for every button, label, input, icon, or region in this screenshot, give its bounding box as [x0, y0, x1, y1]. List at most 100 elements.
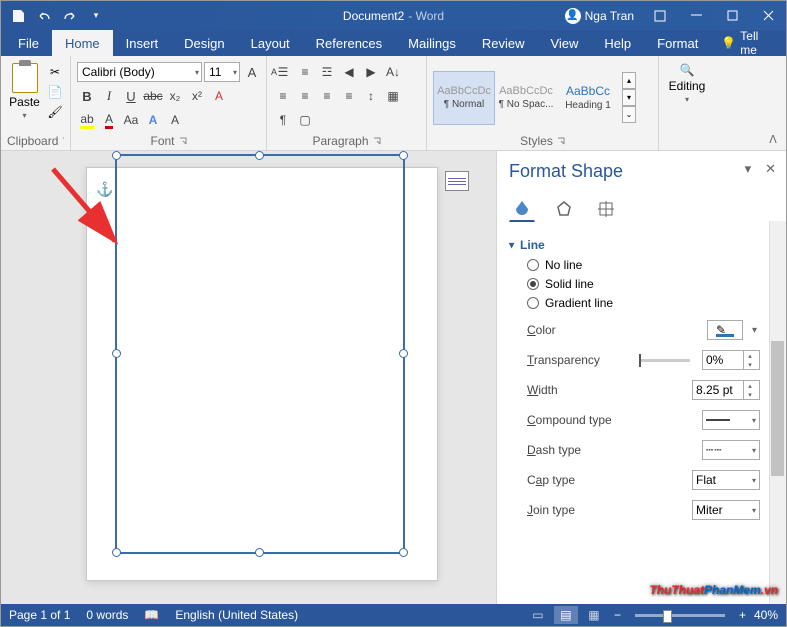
read-mode-icon[interactable]: ▭ — [526, 606, 550, 624]
superscript-button[interactable]: x² — [187, 86, 207, 106]
tab-view[interactable]: View — [537, 30, 591, 56]
align-center-button[interactable]: ≡ — [295, 86, 315, 106]
word-count[interactable]: 0 words — [86, 608, 128, 622]
dialog-launcher-icon[interactable] — [373, 137, 381, 145]
line-spacing-button[interactable]: ↕ — [361, 86, 381, 106]
document-area[interactable]: ⚓ — [1, 151, 496, 604]
undo-icon[interactable] — [33, 5, 55, 27]
highlight-button[interactable]: ab — [77, 110, 97, 130]
line-section-header[interactable]: Line — [509, 238, 760, 252]
tell-me-search[interactable]: 💡Tell me — [711, 30, 768, 56]
bullets-button[interactable]: ☰ — [273, 62, 293, 82]
solid-line-radio[interactable]: Solid line — [527, 277, 760, 291]
resize-handle[interactable] — [112, 151, 121, 160]
multilevel-button[interactable]: ☲ — [317, 62, 337, 82]
zoom-in-icon[interactable]: + — [735, 608, 750, 622]
shading-button[interactable]: ▦ — [383, 86, 403, 106]
underline-button[interactable]: U — [121, 86, 141, 106]
dialog-launcher-icon[interactable] — [179, 137, 187, 145]
cap-type-combo[interactable]: Flat▾ — [692, 470, 760, 490]
strikethrough-button[interactable]: abc — [143, 86, 163, 106]
decrease-indent-icon[interactable]: ◀ — [339, 62, 359, 82]
pane-scrollbar[interactable] — [769, 221, 786, 604]
style-gallery-nav[interactable]: ▴▾⌄ — [622, 72, 636, 123]
print-layout-icon[interactable]: ▤ — [554, 606, 578, 624]
dash-type-combo[interactable]: ┄┄▾ — [702, 440, 760, 460]
share-button[interactable]: 👤Share — [776, 30, 787, 56]
tab-design[interactable]: Design — [171, 30, 237, 56]
page-indicator[interactable]: Page 1 of 1 — [9, 608, 70, 622]
transparency-input[interactable]: 0%▴▾ — [702, 350, 760, 370]
tab-review[interactable]: Review — [469, 30, 538, 56]
copy-button[interactable]: 📄 — [46, 83, 64, 101]
ribbon-display-icon[interactable] — [642, 1, 678, 30]
fill-line-tab-icon[interactable] — [509, 196, 535, 222]
effects-tab-icon[interactable] — [551, 196, 577, 222]
tab-home[interactable]: Home — [52, 30, 113, 56]
selected-shape[interactable] — [115, 154, 405, 554]
collapse-ribbon-icon[interactable]: ᐱ — [764, 132, 782, 146]
redo-icon[interactable] — [59, 5, 81, 27]
borders-button[interactable]: ▢ — [295, 110, 315, 130]
language-indicator[interactable]: English (United States) — [175, 608, 298, 622]
char-shading-button[interactable]: A — [165, 110, 185, 130]
style-heading1[interactable]: AaBbCcHeading 1 — [557, 71, 619, 125]
minimize-button[interactable] — [678, 1, 714, 30]
grow-font-icon[interactable]: A — [242, 62, 262, 82]
tab-format[interactable]: Format — [644, 30, 711, 56]
resize-handle[interactable] — [112, 548, 121, 557]
maximize-button[interactable] — [714, 1, 750, 30]
sort-button[interactable]: A↓ — [383, 62, 403, 82]
zoom-level[interactable]: 40% — [754, 608, 778, 622]
font-size-combo[interactable]: 11▾ — [204, 62, 240, 82]
tab-file[interactable]: File — [5, 30, 52, 56]
editing-button[interactable]: 🔍 Editing ▾ — [663, 59, 712, 108]
layout-options-icon[interactable] — [445, 171, 469, 191]
qat-customize[interactable]: ▾ — [85, 5, 107, 27]
align-left-button[interactable]: ≡ — [273, 86, 293, 106]
join-type-combo[interactable]: Miter▾ — [692, 500, 760, 520]
resize-handle[interactable] — [255, 151, 264, 160]
width-input[interactable]: 8.25 pt▴▾ — [692, 380, 760, 400]
resize-handle[interactable] — [399, 548, 408, 557]
tab-insert[interactable]: Insert — [113, 30, 172, 56]
numbering-button[interactable]: ≡ — [295, 62, 315, 82]
spell-check-icon[interactable]: 📖 — [144, 608, 159, 622]
transparency-slider[interactable] — [639, 359, 690, 362]
web-layout-icon[interactable]: ▦ — [582, 606, 606, 624]
tab-layout[interactable]: Layout — [238, 30, 303, 56]
change-case-button[interactable]: Aa — [121, 110, 141, 130]
tab-mailings[interactable]: Mailings — [395, 30, 469, 56]
pane-close-icon[interactable]: ✕ — [765, 161, 776, 177]
gradient-line-radio[interactable]: Gradient line — [527, 296, 760, 310]
clear-format-icon[interactable]: A — [209, 86, 229, 106]
font-name-combo[interactable]: Calibri (Body)▾ — [77, 62, 202, 82]
text-effects-button[interactable]: A — [143, 110, 163, 130]
close-button[interactable] — [750, 1, 786, 30]
show-marks-button[interactable]: ¶ — [273, 110, 293, 130]
cut-button[interactable]: ✂ — [46, 63, 64, 81]
compound-type-combo[interactable]: ▾ — [702, 410, 760, 430]
resize-handle[interactable] — [255, 548, 264, 557]
italic-button[interactable]: I — [99, 86, 119, 106]
align-right-button[interactable]: ≡ — [317, 86, 337, 106]
resize-handle[interactable] — [399, 151, 408, 160]
tab-help[interactable]: Help — [591, 30, 644, 56]
format-painter-button[interactable]: 🖌 — [46, 103, 64, 121]
style-nospacing[interactable]: AaBbCcDc¶ No Spac... — [495, 71, 557, 125]
font-color-button[interactable]: A — [99, 110, 119, 130]
zoom-out-icon[interactable]: − — [610, 608, 625, 622]
line-color-picker[interactable]: ✎ — [707, 320, 743, 340]
justify-button[interactable]: ≡ — [339, 86, 359, 106]
user-account[interactable]: 👤 Nga Tran — [557, 8, 642, 24]
dialog-launcher-icon[interactable] — [557, 137, 565, 145]
pane-options-icon[interactable]: ▾ — [745, 161, 752, 177]
increase-indent-icon[interactable]: ▶ — [361, 62, 381, 82]
no-line-radio[interactable]: No line — [527, 258, 760, 272]
resize-handle[interactable] — [112, 349, 121, 358]
layout-tab-icon[interactable] — [593, 196, 619, 222]
subscript-button[interactable]: x₂ — [165, 86, 185, 106]
tab-references[interactable]: References — [303, 30, 395, 56]
bold-button[interactable]: B — [77, 86, 97, 106]
paste-button[interactable]: Paste ▾ — [7, 59, 42, 120]
